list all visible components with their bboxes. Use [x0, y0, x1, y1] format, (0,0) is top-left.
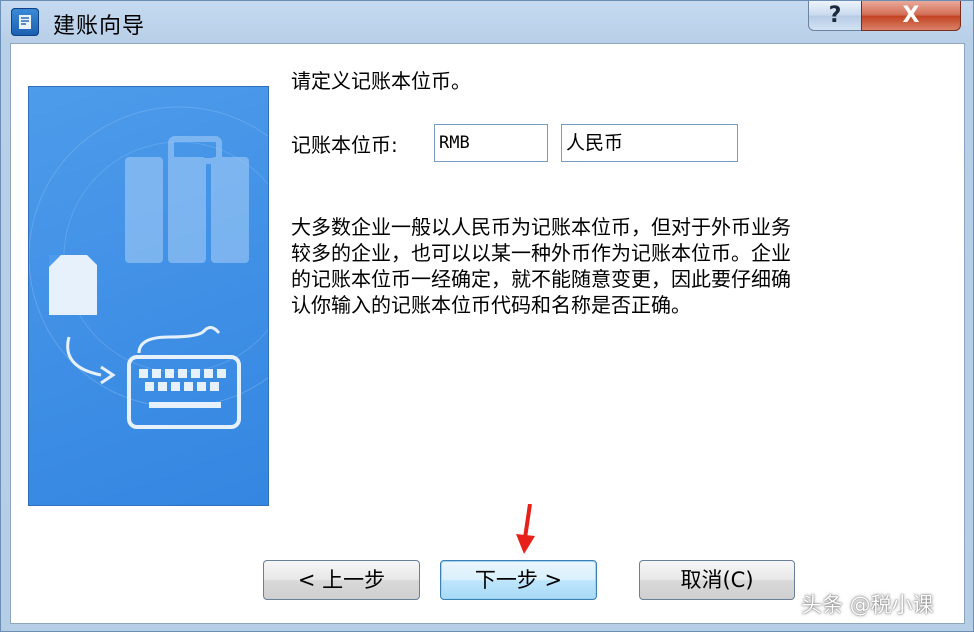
description-text: 大多数企业一般以人民币为记账本位币，但对于外币业务较多的企业，也可以以某一种外币…	[291, 215, 791, 317]
wizard-window: 建账向导 ? X 请定义记账本位币。 记账本位币: RMB 人民币 大多数企业一…	[0, 0, 974, 632]
wizard-prompt: 请定义记账本位币。	[291, 69, 471, 93]
curved-arrow-icon	[66, 336, 102, 377]
watermark: 头条 @税小课	[801, 593, 934, 617]
previous-button[interactable]: < 上一步	[263, 560, 420, 600]
next-button[interactable]: 下一步 >	[440, 560, 597, 600]
document-icon	[49, 255, 97, 315]
briefcase-icon	[125, 136, 249, 263]
cancel-button[interactable]: 取消(C)	[639, 560, 795, 600]
close-button[interactable]: X	[861, 1, 961, 31]
app-icon	[11, 8, 39, 36]
annotation-arrow-icon	[516, 504, 535, 554]
keyboard-cable	[137, 326, 221, 354]
currency-code-input[interactable]: RMB	[434, 124, 548, 162]
help-button[interactable]: ?	[808, 1, 862, 31]
window-title: 建账向导	[53, 14, 146, 39]
currency-name-input[interactable]: 人民币	[561, 124, 738, 162]
wizard-illustration	[28, 86, 269, 506]
title-bar[interactable]: 建账向导 ? X	[1, 1, 974, 43]
currency-label: 记账本位币:	[291, 133, 398, 157]
